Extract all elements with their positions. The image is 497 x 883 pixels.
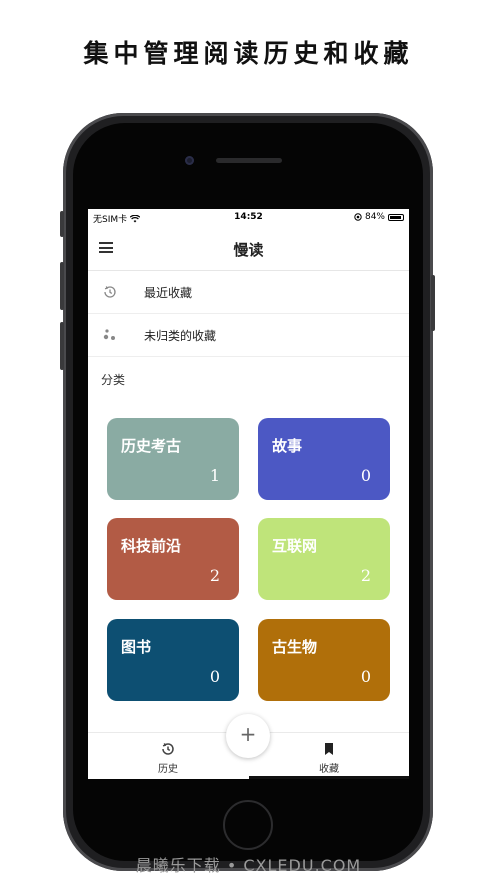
- category-name: 古生物: [272, 638, 318, 656]
- tab-history-label: 历史: [158, 764, 178, 775]
- category-count: 0: [360, 466, 371, 485]
- history-icon: [162, 743, 174, 755]
- volume-up-button: [60, 262, 64, 310]
- front-camera: [185, 156, 194, 165]
- orientation-lock-icon: [354, 213, 362, 221]
- category-card[interactable]: 图书 0: [107, 619, 239, 701]
- battery-percent: 84%: [364, 212, 385, 222]
- app-screen: 无SIM卡 14:52 84% 慢读 最近收藏 未归类的收藏 分类 历史考古 1…: [88, 209, 409, 779]
- category-count: 2: [209, 566, 220, 585]
- volume-down-button: [60, 322, 64, 370]
- page-title: 慢读: [233, 241, 264, 259]
- category-count: 0: [209, 667, 220, 686]
- bookmark-icon: [325, 743, 333, 755]
- category-card[interactable]: 故事 0: [258, 418, 390, 500]
- battery-icon: [388, 213, 404, 221]
- tab-history[interactable]: 历史: [88, 733, 248, 779]
- tab-favorites-label: 收藏: [319, 764, 339, 775]
- category-count: 2: [360, 566, 371, 585]
- status-right: 84%: [354, 212, 404, 222]
- list-item-uncategorized[interactable]: 未归类的收藏: [88, 314, 409, 357]
- category-count: 1: [209, 466, 220, 485]
- add-button[interactable]: +: [226, 714, 270, 758]
- mute-switch: [60, 211, 64, 237]
- category-name: 科技前沿: [121, 537, 182, 555]
- category-name: 互联网: [272, 537, 318, 555]
- power-button: [431, 275, 435, 331]
- history-icon: [104, 286, 116, 298]
- uncategorized-label: 未归类的收藏: [144, 329, 217, 343]
- recent-favorites-label: 最近收藏: [144, 286, 193, 300]
- section-title-categories: 分类: [101, 373, 126, 387]
- category-card[interactable]: 古生物 0: [258, 619, 390, 701]
- category-card[interactable]: 历史考古 1: [107, 418, 239, 500]
- category-name: 历史考古: [121, 437, 182, 455]
- scatter-dots-icon: [103, 329, 115, 340]
- list-item-recent-favorites[interactable]: 最近收藏: [88, 271, 409, 314]
- active-tab-indicator: [249, 776, 409, 779]
- marketing-headline: 集中管理阅读历史和收藏: [83, 39, 414, 68]
- status-bar: 无SIM卡 14:52 84%: [88, 209, 409, 226]
- category-name: 图书: [121, 638, 152, 656]
- category-count: 0: [360, 667, 371, 686]
- earpiece-speaker: [216, 158, 282, 163]
- tab-favorites[interactable]: 收藏: [249, 733, 409, 779]
- category-name: 故事: [272, 437, 303, 455]
- category-card[interactable]: 互联网 2: [258, 518, 390, 600]
- home-button[interactable]: [223, 800, 273, 850]
- nav-bar: 慢读: [88, 226, 409, 271]
- watermark: 晨曦乐下载 • CXLEDU.COM: [135, 856, 362, 875]
- category-card[interactable]: 科技前沿 2: [107, 518, 239, 600]
